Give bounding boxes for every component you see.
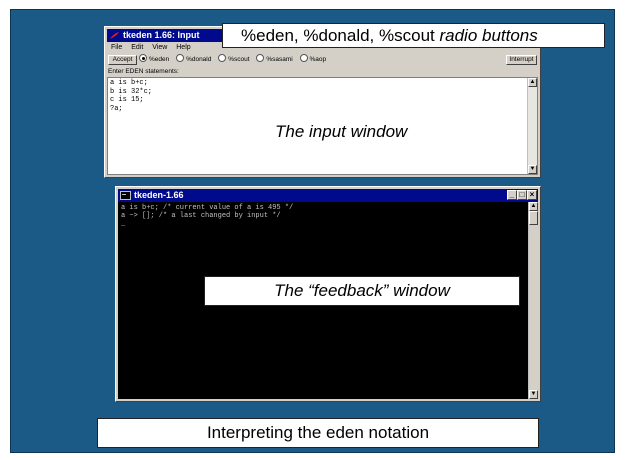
feedback-window-callout: The “feedback” window [204, 276, 520, 306]
scroll-up-icon[interactable]: ▲ [528, 78, 537, 87]
interrupt-button[interactable]: Interrupt [506, 55, 537, 65]
feather-icon [110, 32, 119, 39]
footer-caption: Interpreting the eden notation [97, 418, 539, 448]
menu-edit[interactable]: Edit [131, 44, 143, 51]
feedback-window-titlebar[interactable]: tkeden-1.66 _ □ × [118, 189, 538, 202]
input-window-caption: The input window [275, 122, 408, 141]
radio-eden[interactable]: %eden [139, 54, 169, 66]
input-window: tkeden 1.66: Input File Edit View Help A… [104, 26, 541, 178]
input-toolbar: Accept %eden %donald %scout %sasami %aop… [107, 54, 538, 66]
accept-button[interactable]: Accept [108, 55, 137, 65]
radio-donald[interactable]: %donald [176, 54, 211, 66]
notation-radio-group: %eden %donald %scout %sasami %aop [139, 54, 331, 66]
radio-dot-icon [299, 54, 308, 62]
menu-file[interactable]: File [111, 44, 122, 51]
close-icon[interactable]: × [527, 190, 537, 200]
feedback-window-title: tkeden-1.66 [134, 190, 184, 200]
menu-help[interactable]: Help [176, 44, 190, 51]
radio-scout[interactable]: %scout [218, 54, 250, 66]
minimize-icon[interactable]: _ [507, 190, 517, 200]
scroll-down-icon[interactable]: ▼ [529, 390, 538, 399]
radio-buttons-callout: %eden, %donald, %scout radio buttons [222, 23, 605, 48]
menu-view[interactable]: View [152, 44, 167, 51]
scroll-up-icon[interactable]: ▲ [529, 202, 538, 211]
statements-prompt: Enter EDEN statements: [108, 68, 179, 75]
slide-background: tkeden 1.66: Input File Edit View Help A… [10, 9, 615, 453]
eden-code[interactable]: a is b+c; b is 32*c; c is 15; ?a; [110, 79, 152, 113]
scroll-thumb[interactable] [529, 211, 538, 225]
scroll-down-icon[interactable]: ▼ [528, 165, 537, 174]
radio-aop[interactable]: %aop [299, 54, 326, 66]
console-icon [120, 191, 131, 200]
radio-dot-icon [176, 54, 185, 62]
radio-dot-icon [256, 54, 265, 62]
radio-sasami[interactable]: %sasami [256, 54, 293, 66]
console-output: a is b+c; /* current value of a is 495 *… [121, 204, 294, 228]
radio-dot-icon [218, 54, 227, 62]
radio-dot-icon [139, 54, 147, 62]
input-window-title: tkeden 1.66: Input [123, 30, 200, 40]
input-scrollbar[interactable]: ▲ ▼ [527, 78, 537, 174]
feedback-scrollbar[interactable]: ▲ ▼ [528, 202, 538, 399]
maximize-icon[interactable]: □ [517, 190, 527, 200]
